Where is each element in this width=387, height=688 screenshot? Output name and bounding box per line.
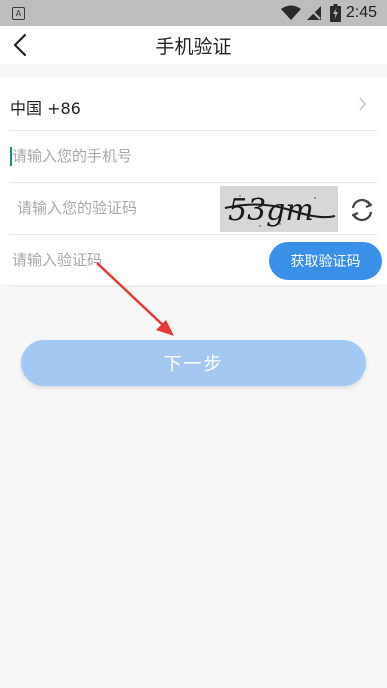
annotation-arrow-icon bbox=[96, 262, 174, 336]
